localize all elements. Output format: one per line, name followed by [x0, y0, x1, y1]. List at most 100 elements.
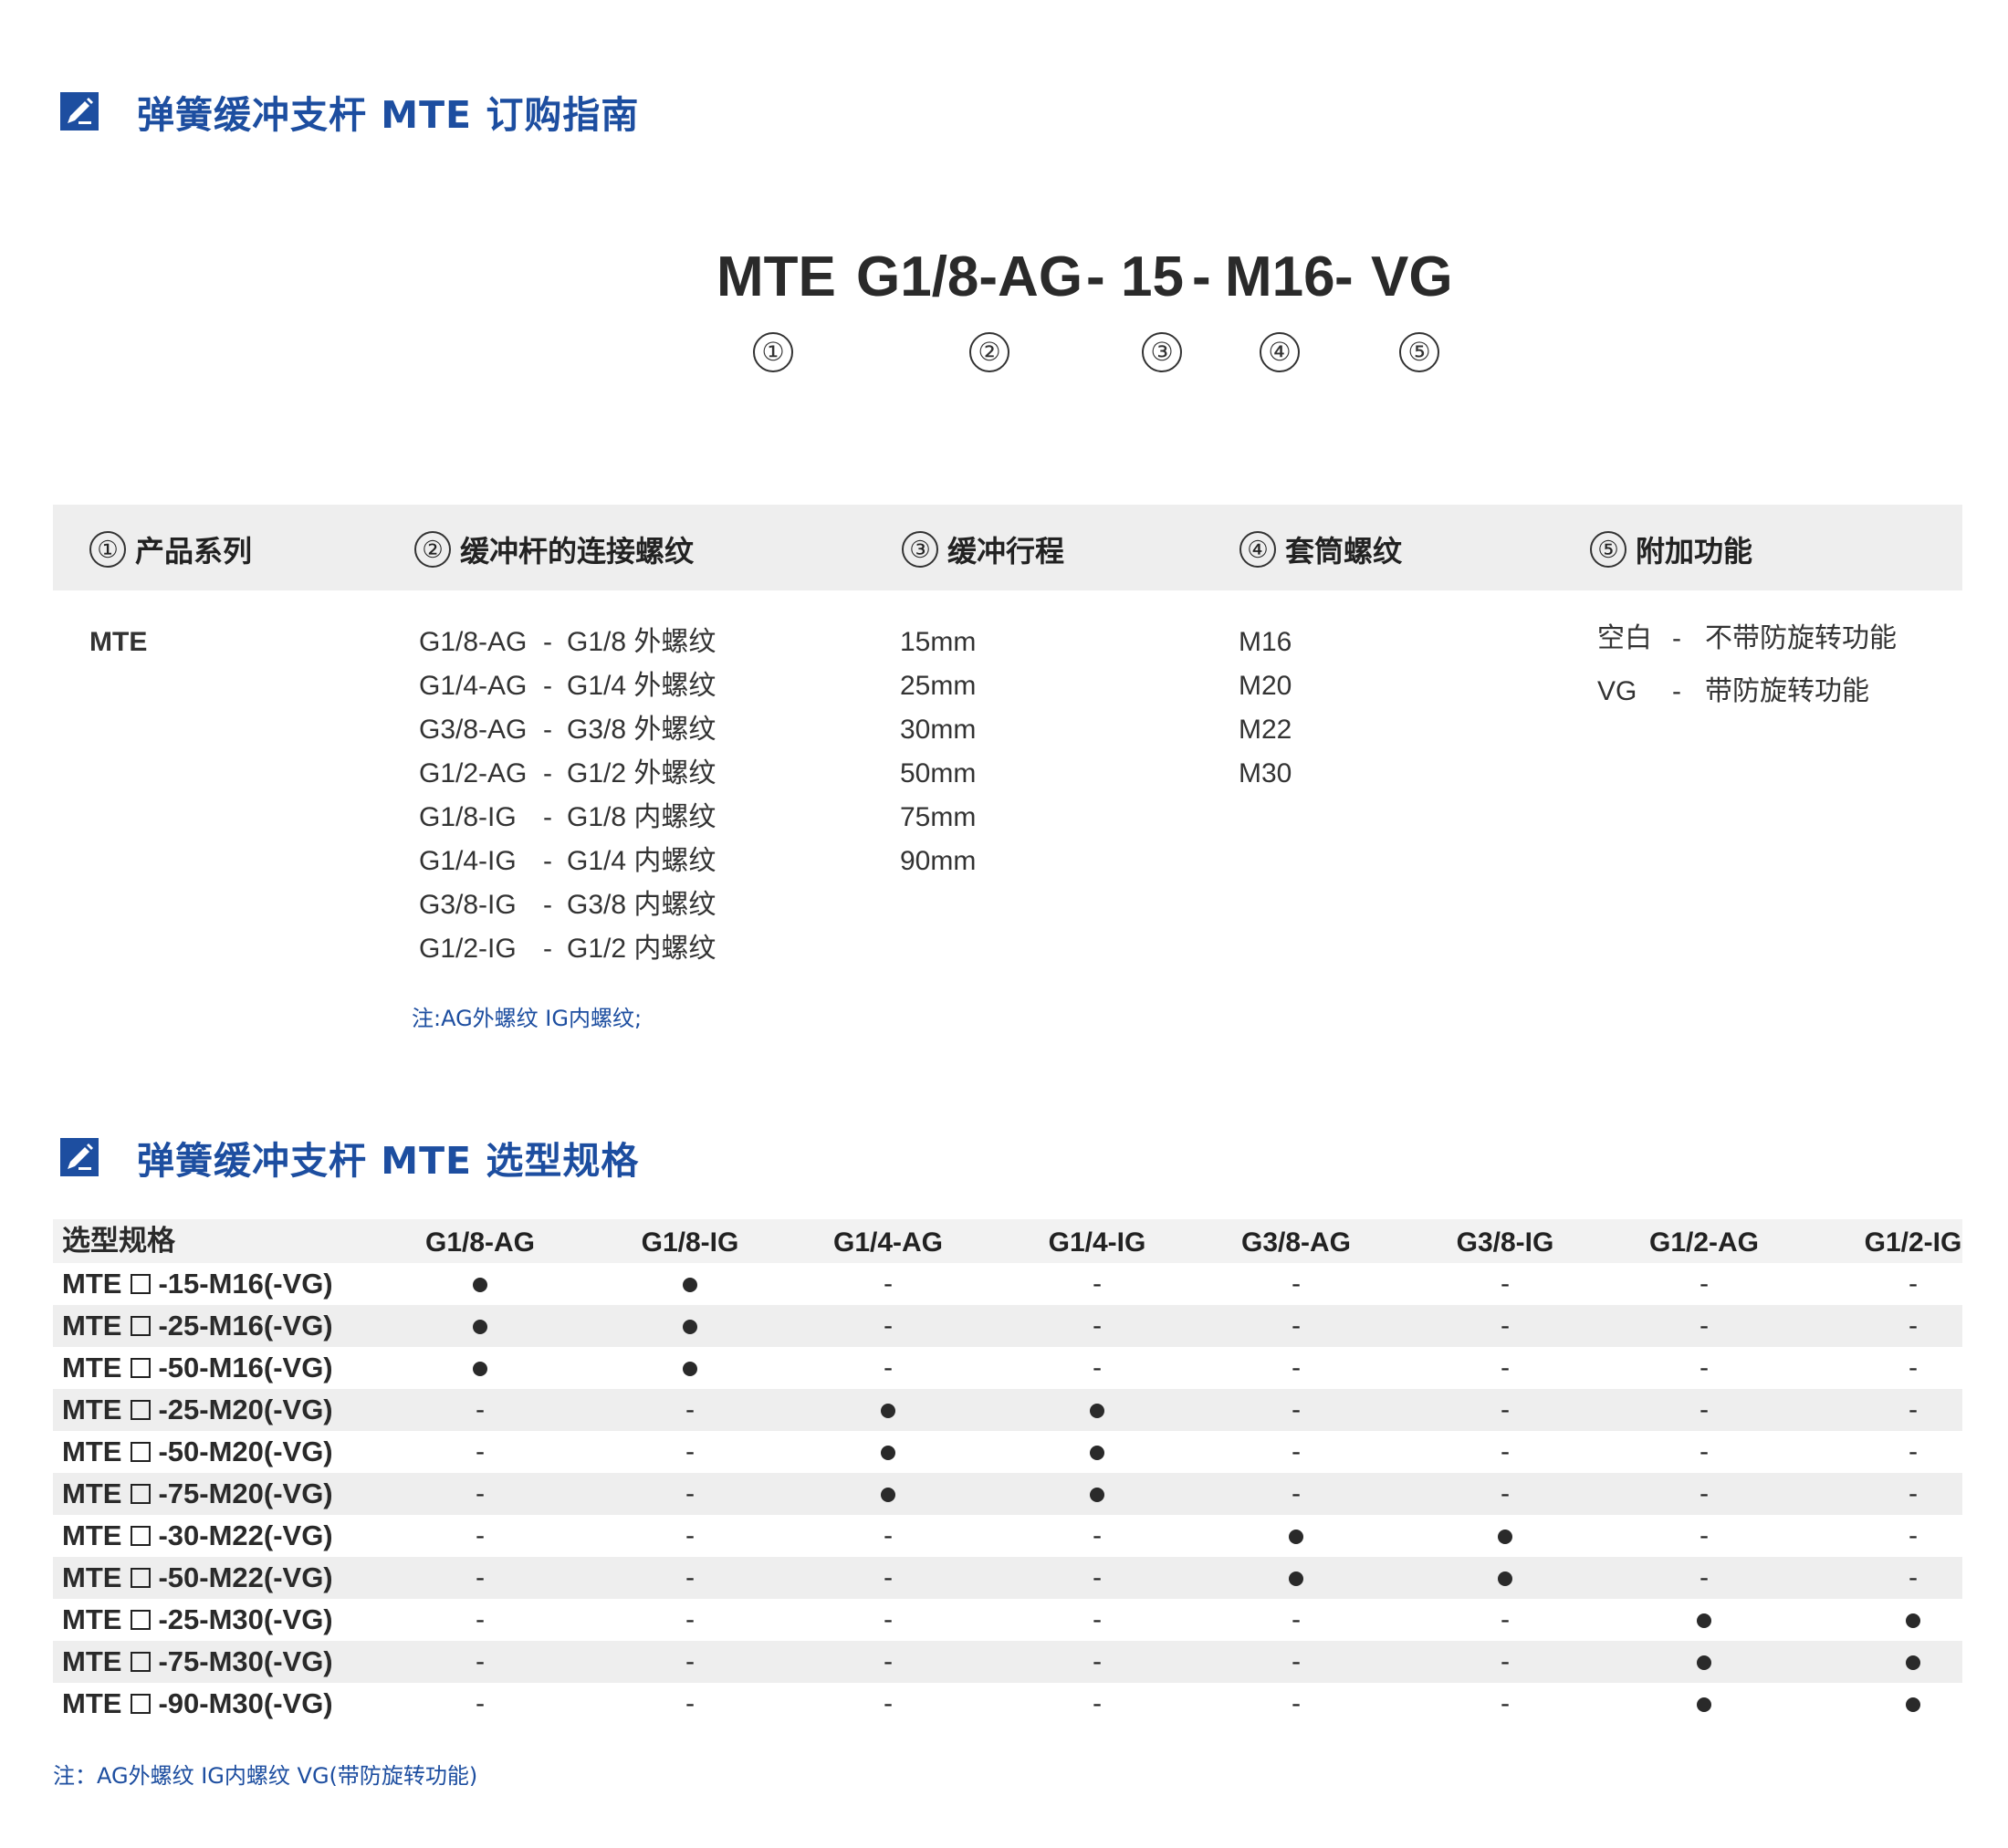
- compatible-dot: [1631, 1683, 1777, 1725]
- not-available-dash: -: [1092, 1520, 1103, 1550]
- not-available-dash: -: [1291, 1646, 1302, 1676]
- model-prefix: MTE: [62, 1268, 122, 1300]
- function-list: 空白 - 不带防旋转功能 VG - 带防旋转功能: [1597, 617, 1897, 714]
- dot-icon: [881, 1488, 895, 1502]
- header-thread: ② 缓冲杆的连接螺纹: [414, 528, 694, 570]
- table-row: MTE -50-M20(-VG) - - - - - -: [53, 1431, 1962, 1473]
- model-label: MTE -75-M20(-VG): [62, 1473, 333, 1515]
- code-thread: G1/8-AG: [856, 245, 1083, 308]
- dot-icon: [1906, 1655, 1920, 1670]
- table-row: MTE -15-M16(-VG) - - - - - -: [53, 1263, 1962, 1305]
- not-available-dash: -: [1500, 1269, 1511, 1299]
- not-available-dash: -: [475, 1604, 486, 1634]
- not-available-dash: -: [1092, 1352, 1103, 1383]
- dot-icon: [1697, 1697, 1711, 1712]
- model-prefix: MTE: [62, 1310, 122, 1342]
- model-prefix: MTE: [62, 1561, 122, 1593]
- model-prefix: MTE: [62, 1477, 122, 1509]
- not-available-dash: -: [1908, 1520, 1919, 1550]
- not-available-dash: -: [1092, 1646, 1103, 1676]
- selection-title: 弹簧缓冲支杆 MTE 选型规格: [137, 1139, 640, 1183]
- not-available-dash: -: [883, 1310, 894, 1341]
- not-available-dash: -: [1291, 1394, 1302, 1425]
- placeholder-box-icon: [131, 1274, 152, 1294]
- dot-icon: [881, 1446, 895, 1460]
- model-label: MTE -25-M16(-VG): [62, 1305, 333, 1347]
- dot-icon: [683, 1362, 697, 1376]
- options-header: ① 产品系列 ② 缓冲杆的连接螺纹 ③ 缓冲行程 ④ 套筒螺纹 ⑤ 附加功能: [53, 505, 1962, 590]
- compatible-dot: [617, 1305, 763, 1347]
- thread-item: G1/4-AG - G1/4 外螺纹: [419, 671, 716, 701]
- table-row: MTE -30-M22(-VG) - - - - - -: [53, 1515, 1962, 1557]
- code-dash: -: [1086, 245, 1105, 308]
- compatible-dot: [1840, 1599, 1986, 1641]
- selection-heading: 弹簧缓冲支杆 MTE 选型规格: [60, 1130, 639, 1185]
- code-number-4: ④: [1260, 332, 1300, 372]
- model-suffix: -50-M20(-VG): [158, 1436, 333, 1467]
- not-available-dash: -: [475, 1478, 486, 1509]
- not-available-dash: -: [475, 1646, 486, 1676]
- model-label: MTE -50-M22(-VG): [62, 1557, 333, 1599]
- not-available-dash: -: [475, 1688, 486, 1718]
- thread-item: G1/8-AG - G1/8 外螺纹: [419, 627, 716, 657]
- not-available-dash: -: [883, 1688, 894, 1718]
- model-label: MTE -50-M16(-VG): [62, 1347, 333, 1389]
- model-prefix: MTE: [62, 1519, 122, 1551]
- not-available-dash: -: [1908, 1310, 1919, 1341]
- selection-corner-label: 选型规格: [62, 1225, 175, 1258]
- model-suffix: -25-M30(-VG): [158, 1603, 333, 1635]
- model-suffix: -90-M30(-VG): [158, 1687, 333, 1719]
- not-available-dash: -: [1500, 1352, 1511, 1383]
- compatible-dot: [1432, 1557, 1578, 1599]
- compatible-dot: [815, 1473, 961, 1515]
- code-series: MTE: [716, 245, 836, 308]
- not-available-dash: -: [1291, 1269, 1302, 1299]
- dot-icon: [473, 1362, 487, 1376]
- series-item: MTE: [89, 627, 148, 657]
- column-header: G3/8-IG: [1456, 1227, 1554, 1258]
- column-header: G1/8-IG: [641, 1227, 739, 1258]
- stroke-item: 25mm: [900, 671, 977, 701]
- table-row: MTE -25-M20(-VG) - - - - - -: [53, 1389, 1962, 1431]
- dot-icon: [1289, 1571, 1303, 1586]
- not-available-dash: -: [883, 1352, 894, 1383]
- not-available-dash: -: [685, 1562, 695, 1592]
- not-available-dash: -: [475, 1562, 486, 1592]
- function-item: VG - 带防旋转功能: [1597, 676, 1869, 706]
- not-available-dash: -: [1699, 1394, 1710, 1425]
- code-number-1: ①: [753, 332, 793, 372]
- thread-list: G1/8-AG - G1/8 外螺纹 G1/4-AG - G1/4 外螺纹 G3/8-A…: [419, 621, 716, 971]
- dot-icon: [1090, 1446, 1104, 1460]
- stroke-item: 75mm: [900, 802, 977, 832]
- code-stroke: 15: [1121, 245, 1184, 308]
- not-available-dash: -: [883, 1604, 894, 1634]
- sleeve-list: M16 M20 M22 M30: [1239, 621, 1292, 796]
- table-row: MTE -25-M16(-VG) - - - - - -: [53, 1305, 1962, 1347]
- placeholder-box-icon: [131, 1652, 152, 1672]
- not-available-dash: -: [1092, 1604, 1103, 1634]
- thread-note: 注:AG外螺纹 IG内螺纹;: [412, 1006, 643, 1031]
- model-label: MTE -90-M30(-VG): [62, 1683, 333, 1725]
- model-prefix: MTE: [62, 1436, 122, 1467]
- selection-table: 选型规格 G1/8-AG G1/8-IG G1/4-AG G1/4-IG G3/8-AG G…: [53, 1219, 1962, 1725]
- sleeve-item: M22: [1239, 715, 1292, 745]
- thread-item: G1/2-IG - G1/2 内螺纹: [419, 934, 716, 964]
- not-available-dash: -: [475, 1436, 486, 1467]
- not-available-dash: -: [1908, 1352, 1919, 1383]
- table-row: MTE -50-M22(-VG) - - - - - -: [53, 1557, 1962, 1599]
- sleeve-item: M16: [1239, 627, 1292, 657]
- model-label: MTE -30-M22(-VG): [62, 1515, 333, 1557]
- not-available-dash: -: [685, 1394, 695, 1425]
- compatible-dot: [1840, 1683, 1986, 1725]
- code-sleeve: M16: [1225, 245, 1335, 308]
- model-suffix: -30-M22(-VG): [158, 1519, 333, 1551]
- compatible-dot: [1024, 1431, 1170, 1473]
- placeholder-box-icon: [131, 1316, 152, 1336]
- table-row: MTE -25-M30(-VG) - - - - - -: [53, 1599, 1962, 1641]
- not-available-dash: -: [1908, 1269, 1919, 1299]
- compatible-dot: [617, 1347, 763, 1389]
- column-header: G1/8-AG: [424, 1227, 536, 1258]
- compatible-dot: [407, 1347, 553, 1389]
- not-available-dash: -: [1699, 1478, 1710, 1509]
- not-available-dash: -: [475, 1520, 486, 1550]
